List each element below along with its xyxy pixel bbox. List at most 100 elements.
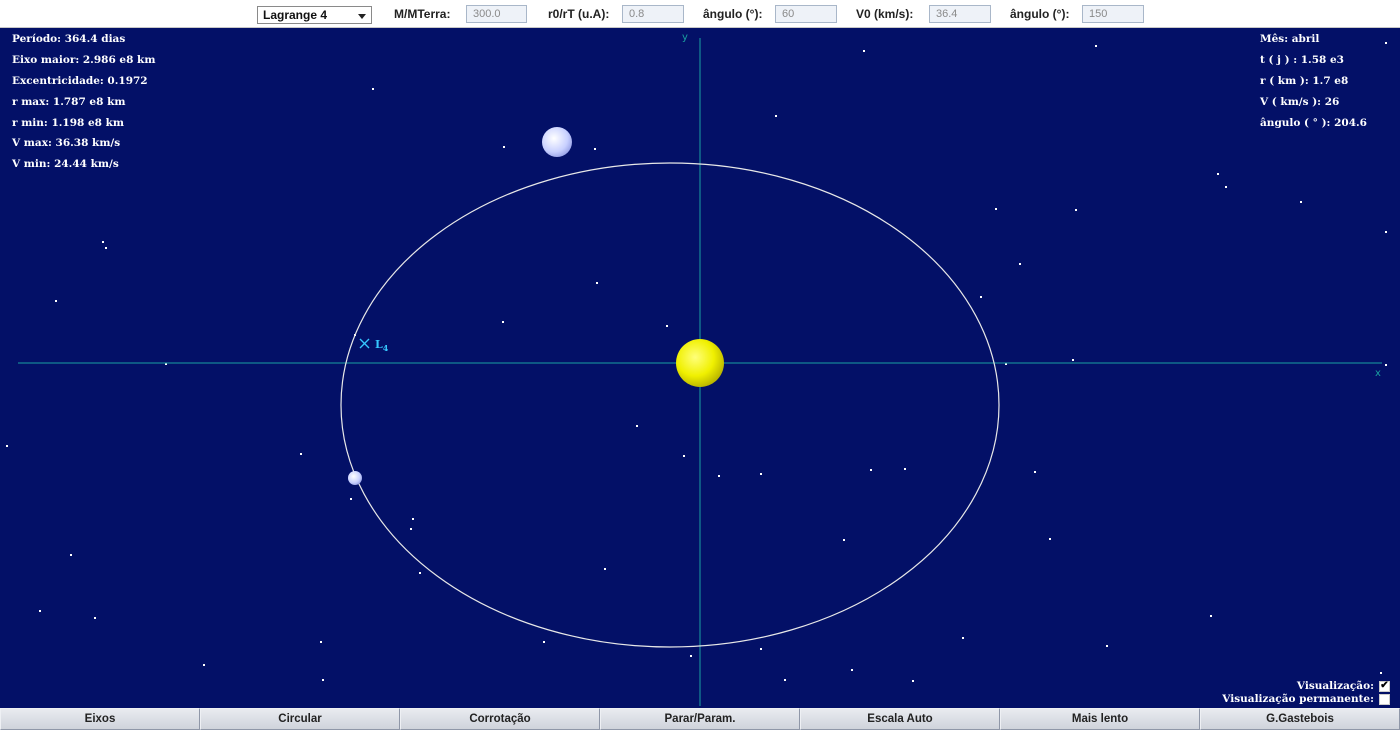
star (912, 680, 914, 682)
star (594, 148, 596, 150)
star (70, 554, 72, 556)
star (1217, 173, 1219, 175)
slower-button[interactable]: Mais lento (1000, 708, 1200, 730)
month-readout: Mês: abril (1260, 33, 1320, 45)
star (1106, 645, 1108, 647)
author-credit-button[interactable]: G.Gastebois (1200, 708, 1400, 730)
star (1075, 209, 1077, 211)
star (1300, 201, 1302, 203)
permanent-visualization-checkbox[interactable] (1379, 693, 1390, 705)
chevron-down-icon (358, 14, 366, 19)
star (1385, 231, 1387, 233)
mass-ratio-label: M/MTerra: (394, 7, 451, 21)
position-angle-input[interactable]: 60 (775, 5, 837, 23)
star (863, 50, 865, 52)
visualization-option: Visualização: ✔ (1297, 680, 1390, 692)
simulation-drawing: x y L4 (6, 32, 1387, 706)
trojan-body (348, 471, 362, 485)
radius-ratio-input[interactable]: 0.8 (622, 5, 684, 23)
star (775, 115, 777, 117)
speed-readout: V ( km/s ): 26 (1260, 96, 1340, 108)
parameter-toolbar: Lagrange 4 M/MTerra: 300.0 r0/rT (u.A): … (0, 0, 1400, 28)
star (1385, 364, 1387, 366)
star (718, 475, 720, 477)
star (636, 425, 638, 427)
star (1385, 42, 1387, 44)
star (962, 637, 964, 639)
star (980, 296, 982, 298)
star (419, 572, 421, 574)
star (94, 617, 96, 619)
corotation-button[interactable]: Corrotação (400, 708, 600, 730)
star (604, 568, 606, 570)
y-axis-label: y (682, 32, 688, 43)
star (1225, 186, 1227, 188)
radius-readout: r ( km ): 1.7 e8 (1260, 75, 1349, 87)
initial-speed-input[interactable]: 36.4 (929, 5, 991, 23)
star (760, 648, 762, 650)
star (322, 679, 324, 681)
star (1049, 538, 1051, 540)
star (39, 610, 41, 612)
sun (676, 339, 724, 387)
control-button-bar: Eixos Circular Corrotação Parar/Param. E… (0, 708, 1400, 730)
eccentricity-readout: Excentricidade: 0.1972 (12, 75, 148, 87)
major-axis-readout: Eixo maior: 2.986 e8 km (12, 54, 156, 66)
scenario-select[interactable]: Lagrange 4 (257, 6, 372, 24)
star (843, 539, 845, 541)
scenario-select-value: Lagrange 4 (263, 8, 328, 22)
star (102, 241, 104, 243)
star (666, 325, 668, 327)
star (1019, 263, 1021, 265)
star (503, 146, 505, 148)
star (203, 664, 205, 666)
auto-scale-button[interactable]: Escala Auto (800, 708, 1000, 730)
permanent-visualization-label: Visualização permanente: (1222, 693, 1374, 705)
massive-planet (542, 127, 572, 157)
mass-ratio-input[interactable]: 300.0 (466, 5, 527, 23)
star (105, 247, 107, 249)
star (851, 669, 853, 671)
star (760, 473, 762, 475)
orbit-path (340, 162, 1000, 648)
r-min-readout: r min: 1.198 e8 km (12, 117, 125, 129)
velocity-angle-label: ângulo (°): (1010, 7, 1070, 21)
simulation-canvas[interactable]: x y L4 Período: 364.4 dias Eixo maior: 2… (0, 28, 1400, 708)
permanent-visualization-option: Visualização permanente: (1222, 693, 1390, 705)
star (1072, 359, 1074, 361)
star (1095, 45, 1097, 47)
star (1210, 615, 1212, 617)
star (350, 498, 352, 500)
cross-marker-icon (359, 338, 370, 349)
x-axis-label: x (1375, 368, 1381, 379)
star (412, 518, 414, 520)
star (995, 208, 997, 210)
r-max-readout: r max: 1.787 e8 km (12, 96, 126, 108)
axes-button[interactable]: Eixos (0, 708, 200, 730)
star (784, 679, 786, 681)
star (870, 469, 872, 471)
visualization-checkbox[interactable]: ✔ (1379, 680, 1390, 692)
visualization-label: Visualização: (1296, 680, 1374, 692)
star (372, 88, 374, 90)
star (410, 528, 412, 530)
star (596, 282, 598, 284)
star (904, 468, 906, 470)
position-angle-label: ângulo (°): (703, 7, 763, 21)
check-mark-icon: ✔ (1380, 680, 1389, 691)
radius-ratio-label: r0/rT (u.A): (548, 7, 610, 21)
star (690, 655, 692, 657)
v-max-readout: V max: 36.38 km/s (12, 137, 121, 149)
star (1034, 471, 1036, 473)
star (502, 321, 504, 323)
lagrange-point-label: L4 (375, 338, 389, 353)
angle-readout: ângulo ( ° ): 204.6 (1260, 117, 1367, 129)
v-min-readout: V min: 24.44 km/s (12, 158, 119, 170)
star (55, 300, 57, 302)
period-readout: Período: 364.4 dias (12, 33, 126, 45)
velocity-angle-input[interactable]: 150 (1082, 5, 1144, 23)
star (543, 641, 545, 643)
stop-parameters-button[interactable]: Parar/Param. (600, 708, 800, 730)
circular-button[interactable]: Circular (200, 708, 400, 730)
star (320, 641, 322, 643)
